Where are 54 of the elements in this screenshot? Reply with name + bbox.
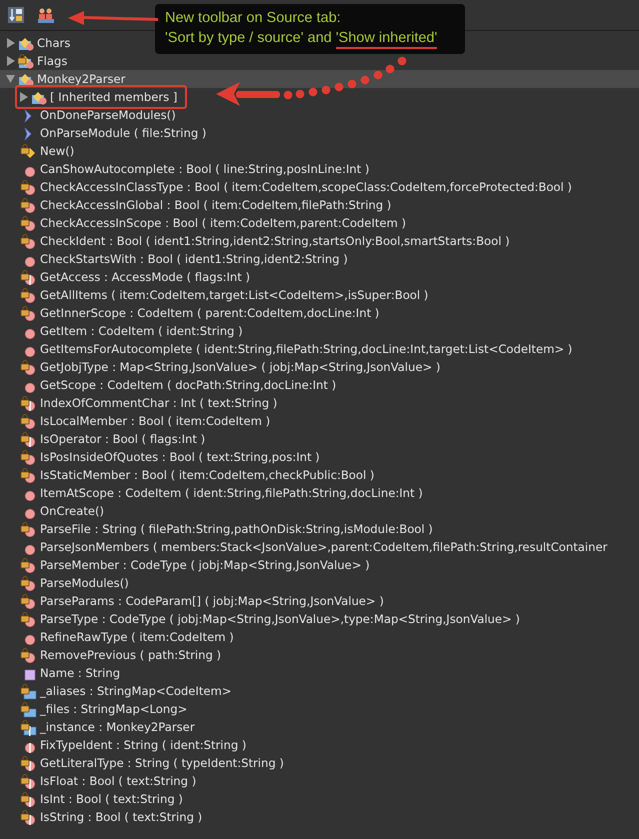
tree-item-label[interactable]: GetLiteralType : String ( typeIdent:String ) bbox=[40, 756, 284, 770]
tree-item-label[interactable]: _files : StringMap<Long> bbox=[40, 702, 188, 716]
tree-item-label[interactable]: IsStaticMember : Bool ( item:CodeItem,checkPublic:Bool ) bbox=[40, 468, 374, 482]
tree-item-label[interactable]: IsOperator : Bool ( flags:Int ) bbox=[40, 432, 206, 446]
underlined-text: 'Show inherited' bbox=[336, 30, 438, 49]
tree-item-label[interactable]: Monkey2Parser bbox=[37, 72, 126, 86]
tree-item-label[interactable]: FixTypeIdent : String ( ident:String ) bbox=[40, 738, 246, 752]
expand-arrow-icon[interactable] bbox=[19, 92, 28, 102]
tree-item-label[interactable]: GetAccess : AccessMode ( flags:Int ) bbox=[40, 270, 250, 284]
tree-item-label[interactable]: [ Inherited members ] bbox=[50, 90, 178, 104]
tree-item-label[interactable]: ParseFile : String ( filePath:String,pathOnDisk:String,isModule:Bool ) bbox=[40, 522, 433, 536]
tree-item-label[interactable]: IsInt : Bool ( text:String ) bbox=[40, 792, 183, 806]
tree-item-label[interactable]: CanShowAutocomplete : Bool ( line:String,posInLine:Int ) bbox=[40, 162, 370, 176]
tree-item-label[interactable]: _aliases : StringMap<CodeItem> bbox=[40, 684, 232, 698]
tree-item-label[interactable]: New() bbox=[40, 144, 74, 158]
tree-item-label[interactable]: IsPosInsideOfQuotes : Bool ( text:String,pos:Int ) bbox=[40, 450, 320, 464]
tree-item-label[interactable]: GetJobjType : Map<String,JsonValue> ( jobj:Map<String,JsonValue> ) bbox=[40, 360, 440, 374]
tree-item-label[interactable]: ItemAtScope : CodeItem ( ident:String,filePath:String,docLine:Int ) bbox=[40, 486, 423, 500]
tree-item-label[interactable]: ParseParams : CodeParam[] ( jobj:Map<String,JsonValue> ) bbox=[40, 594, 384, 608]
tree-item-label[interactable]: ParseJsonMembers ( members:Stack<JsonValue>,parent:CodeItem,filePath:String,resultContainer bbox=[40, 540, 608, 554]
tree-item-label[interactable]: GetScope : CodeItem ( docPath:String,docLine:Int ) bbox=[40, 378, 336, 392]
sort-button[interactable] bbox=[6, 5, 26, 25]
tree-item-label[interactable]: OnParseModule ( file:String ) bbox=[40, 126, 206, 140]
tree-item-label[interactable]: OnCreate() bbox=[40, 504, 104, 518]
tree-item-label[interactable]: Name : String bbox=[40, 666, 120, 680]
tree-item-label[interactable]: RefineRawType ( item:CodeItem ) bbox=[40, 630, 234, 644]
tree-item-label[interactable]: OnDoneParseModules() bbox=[40, 108, 176, 122]
tree-item-label[interactable]: GetAllItems ( item:CodeItem,target:List<CodeItem>,isSuper:Bool ) bbox=[40, 288, 428, 302]
tree-item-label[interactable]: ParseMember : CodeType ( jobj:Map<String,JsonValue> ) bbox=[40, 558, 370, 572]
tree-item-label[interactable]: GetItem : CodeItem ( ident:String ) bbox=[40, 324, 243, 338]
tree-item-label[interactable]: GetInnerScope : CodeItem ( parent:CodeItem,docLine:Int ) bbox=[40, 306, 380, 320]
tree-item-label[interactable]: ParseType : CodeType ( jobj:Map<String,JsonValue>,type:Map<String,JsonValue> ) bbox=[40, 612, 520, 626]
tree-item-label[interactable]: Chars bbox=[37, 36, 70, 50]
tree-item-label[interactable]: IsString : Bool ( text:String ) bbox=[40, 810, 202, 824]
people-icon bbox=[37, 6, 55, 24]
tree-item-label[interactable]: IndexOfCommentChar : Int ( text:String ) bbox=[40, 396, 278, 410]
collapse-arrow-icon[interactable] bbox=[6, 74, 15, 84]
tree-item-label[interactable]: GetItemsForAutocomplete ( ident:String,filePath:String,docLine:Int,target:List<CodeItem> ) bbox=[40, 342, 572, 356]
callout-text: New toolbar on Source tab: bbox=[165, 10, 341, 26]
tree-item-label[interactable]: IsFloat : Bool ( text:String ) bbox=[40, 774, 196, 788]
tree-item-label[interactable]: CheckAccessInGlobal : Bool ( item:CodeItem,filePath:String ) bbox=[40, 198, 392, 212]
expand-arrow-icon[interactable] bbox=[6, 38, 15, 48]
tree-item-label[interactable]: IsLocalMember : Bool ( item:CodeItem ) bbox=[40, 414, 270, 428]
tree-item-label[interactable]: CheckAccessInScope : Bool ( item:CodeItem,parent:CodeItem ) bbox=[40, 216, 406, 230]
tree-item-label[interactable]: CheckStartsWith : Bool ( ident1:String,ident2:String ) bbox=[40, 252, 348, 266]
tree-item-label[interactable]: CheckIdent : Bool ( ident1:String,ident2:String,startsOnly:Bool,smartStarts:Bool ) bbox=[40, 234, 510, 248]
expand-arrow-icon[interactable] bbox=[6, 56, 15, 66]
tree-item-label[interactable]: CheckAccessInClassType : Bool ( item:CodeItem,scopeClass:CodeItem,forceProtected:Bool ) bbox=[40, 180, 572, 194]
tree-item-label[interactable]: _instance : Monkey2Parser bbox=[40, 720, 195, 734]
sort-icon bbox=[7, 6, 25, 24]
tree-item-label[interactable]: RemovePrevious ( path:String ) bbox=[40, 648, 222, 662]
callout-text: 'Sort by type / source' and bbox=[165, 30, 332, 46]
tree-item-label[interactable]: ParseModules() bbox=[40, 576, 129, 590]
tree-item-label[interactable]: Flags bbox=[37, 54, 68, 68]
